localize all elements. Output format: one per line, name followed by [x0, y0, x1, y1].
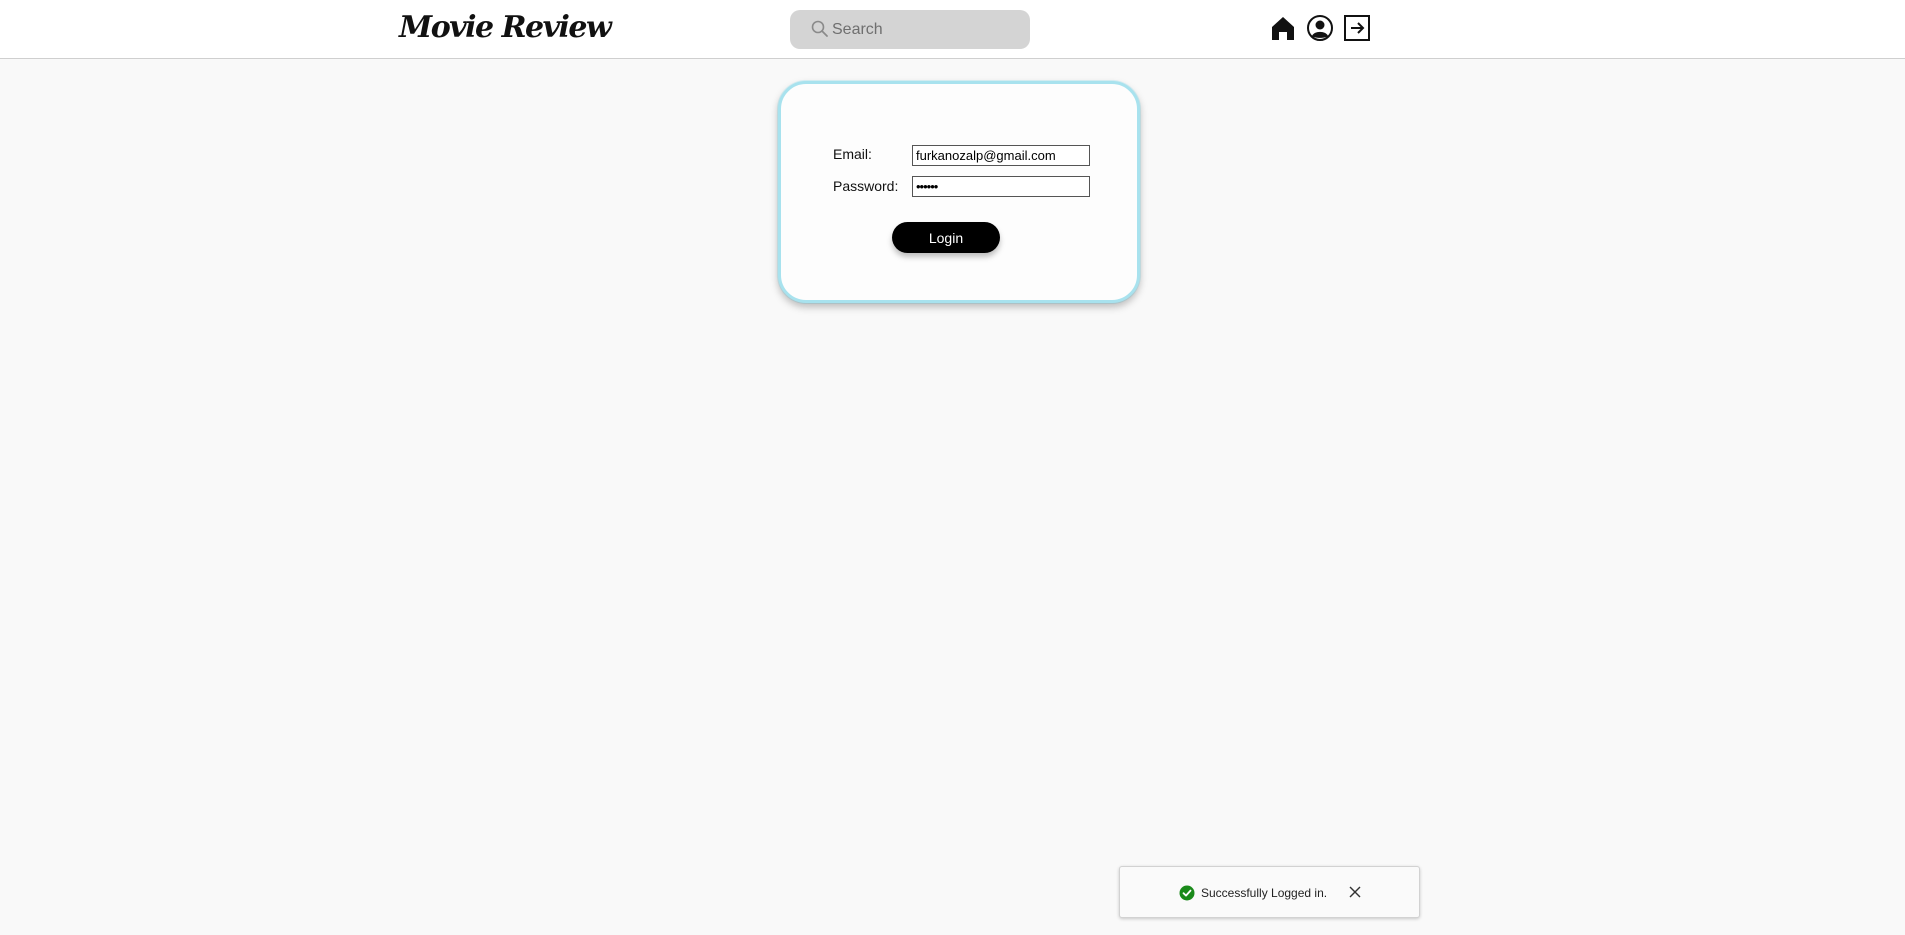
password-field[interactable] — [912, 176, 1090, 197]
email-field[interactable] — [912, 145, 1090, 166]
password-label: Password: — [833, 178, 899, 194]
search-icon — [810, 19, 830, 39]
top-navigation-bar: Movie Review — [0, 0, 1905, 59]
close-icon[interactable] — [1347, 884, 1363, 900]
login-card: Email: Password: Login — [778, 81, 1140, 303]
check-circle-icon — [1179, 885, 1195, 901]
user-profile-icon[interactable] — [1306, 14, 1334, 42]
search-box[interactable] — [790, 10, 1030, 49]
email-label: Email: — [833, 146, 872, 162]
login-button[interactable]: Login — [892, 222, 1000, 253]
home-icon[interactable] — [1269, 14, 1297, 42]
toast-message: Successfully Logged in. — [1201, 886, 1328, 900]
site-logo[interactable]: Movie Review — [399, 6, 612, 50]
search-input[interactable] — [832, 10, 1022, 49]
success-toast: Successfully Logged in. — [1119, 866, 1420, 918]
logout-icon[interactable] — [1343, 14, 1371, 42]
